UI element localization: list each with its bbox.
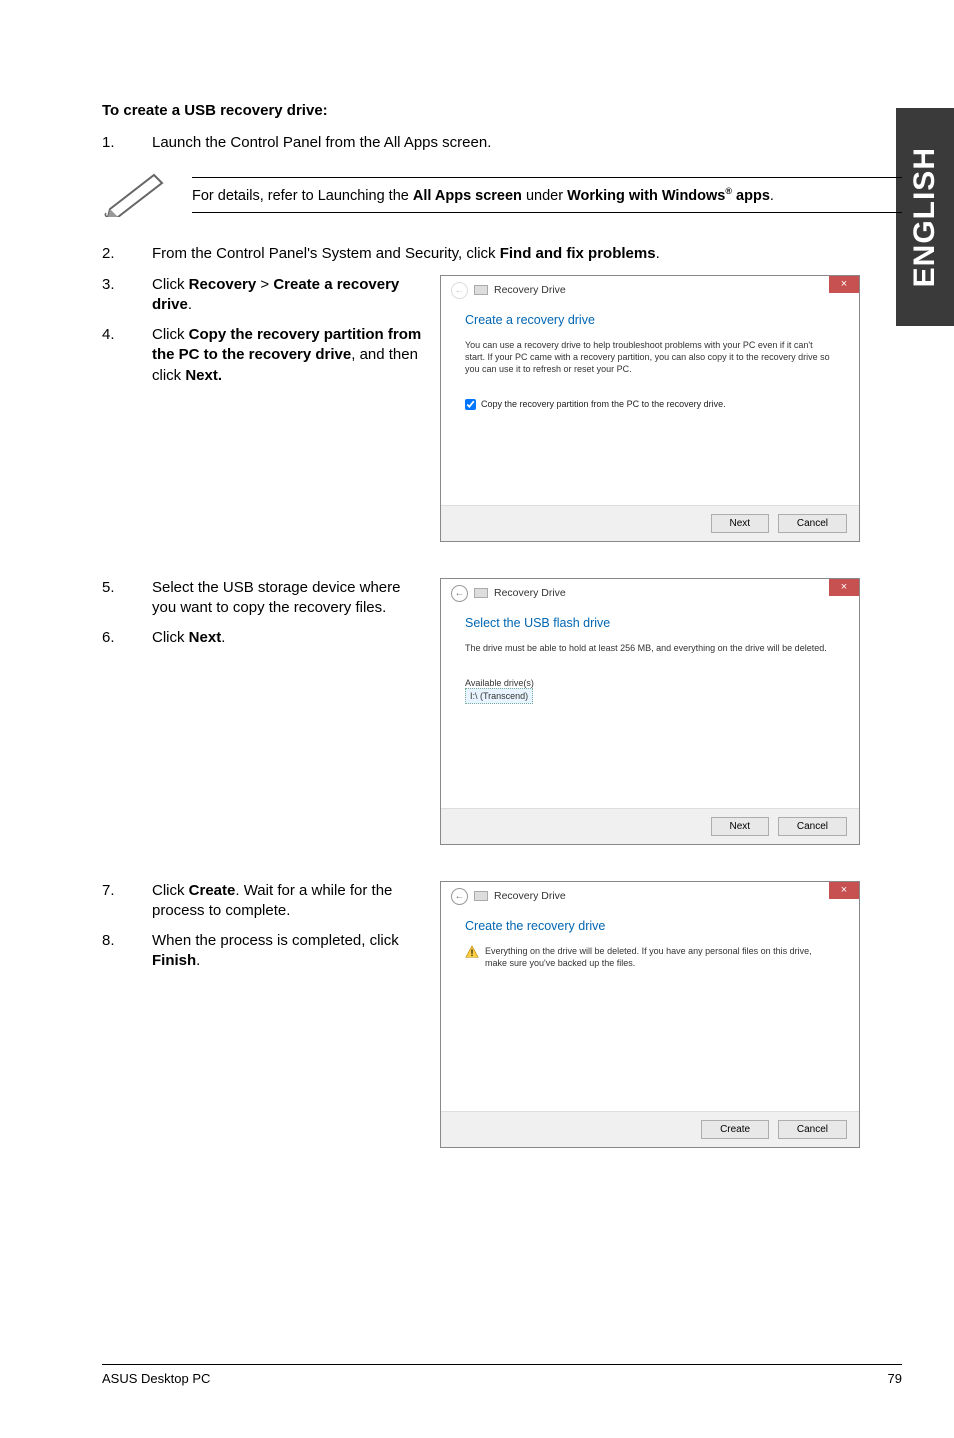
back-icon[interactable]: ← — [451, 585, 468, 602]
dialog-confirm-create: × ← Recovery Drive Create the recovery d… — [440, 881, 860, 1148]
warning-icon — [465, 945, 479, 959]
back-icon[interactable]: ← — [451, 888, 468, 905]
dialog-heading: Create the recovery drive — [465, 919, 835, 933]
warning-text: Everything on the drive will be deleted.… — [485, 945, 835, 969]
drive-icon — [474, 588, 488, 598]
dialog-heading: Select the USB flash drive — [465, 616, 835, 630]
dialog-heading: Create a recovery drive — [465, 313, 835, 327]
dialog-title-text: Recovery Drive — [494, 587, 566, 599]
step-number: 7. — [102, 881, 152, 901]
step-number: 2. — [102, 244, 152, 264]
footer-left: ASUS Desktop PC — [102, 1371, 210, 1386]
drive-icon — [474, 285, 488, 295]
note-row: For details, refer to Launching the All … — [102, 167, 902, 222]
warning-row: Everything on the drive will be deleted.… — [465, 945, 835, 969]
dialog-title-text: Recovery Drive — [494, 890, 566, 902]
section-title: To create a USB recovery drive: — [102, 102, 902, 119]
dialog-description: You can use a recovery drive to help tro… — [465, 339, 835, 375]
step-8: 8. When the process is completed, click … — [102, 931, 422, 972]
checkbox-label: Copy the recovery partition from the PC … — [481, 399, 726, 409]
step-number: 6. — [102, 628, 152, 648]
drive-list-item[interactable]: I:\ (Transcend) — [465, 688, 533, 704]
copy-partition-checkbox-row[interactable]: Copy the recovery partition from the PC … — [465, 399, 835, 410]
close-icon[interactable]: × — [829, 276, 859, 293]
page-content: To create a USB recovery drive: 1. Launc… — [0, 0, 954, 1184]
pencil-note-icon — [102, 167, 192, 222]
step-6: 6. Click Next. — [102, 628, 422, 648]
back-icon: ← — [451, 282, 468, 299]
copy-partition-checkbox[interactable] — [465, 399, 476, 410]
step-number: 5. — [102, 578, 152, 598]
dialog-select-usb: × ← Recovery Drive Select the USB flash … — [440, 578, 860, 845]
step-number: 8. — [102, 931, 152, 951]
step-number: 3. — [102, 275, 152, 295]
step-5: 5. Select the USB storage device where y… — [102, 578, 422, 619]
step-text: Click Next. — [152, 628, 422, 648]
row-steps-5-6: 5. Select the USB storage device where y… — [102, 578, 902, 881]
dialog-titlebar: ← Recovery Drive — [441, 276, 859, 305]
step-number: 4. — [102, 325, 152, 345]
close-icon[interactable]: × — [829, 579, 859, 596]
footer-page-number: 79 — [888, 1371, 902, 1386]
step-text: When the process is completed, click Fin… — [152, 931, 422, 972]
step-text: Click Create. Wait for a while for the p… — [152, 881, 422, 922]
create-button[interactable]: Create — [701, 1120, 769, 1139]
note-text: For details, refer to Launching the All … — [192, 177, 902, 213]
dialog-description: The drive must be able to hold at least … — [465, 642, 835, 654]
step-4: 4. Click Copy the recovery partition fro… — [102, 325, 422, 386]
dialog-titlebar: ← Recovery Drive — [441, 579, 859, 608]
step-text: Select the USB storage device where you … — [152, 578, 422, 619]
next-button[interactable]: Next — [711, 514, 770, 533]
page-footer: ASUS Desktop PC 79 — [102, 1364, 902, 1386]
close-icon[interactable]: × — [829, 882, 859, 899]
dialog-title-text: Recovery Drive — [494, 284, 566, 296]
cancel-button[interactable]: Cancel — [778, 1120, 847, 1139]
cancel-button[interactable]: Cancel — [778, 514, 847, 533]
step-7: 7. Click Create. Wait for a while for th… — [102, 881, 422, 922]
step-2: 2. From the Control Panel's System and S… — [102, 244, 902, 264]
step-text: From the Control Panel's System and Secu… — [152, 244, 902, 264]
drive-icon — [474, 891, 488, 901]
row-steps-7-8: 7. Click Create. Wait for a while for th… — [102, 881, 902, 1184]
available-drives-label: Available drive(s) — [465, 678, 835, 688]
step-text: Click Recovery > Create a recovery drive… — [152, 275, 422, 316]
next-button[interactable]: Next — [711, 817, 770, 836]
step-text: Launch the Control Panel from the All Ap… — [152, 133, 902, 153]
dialog-titlebar: ← Recovery Drive — [441, 882, 859, 911]
dialog-create-recovery: × ← Recovery Drive Create a recovery dri… — [440, 275, 860, 542]
step-1: 1. Launch the Control Panel from the All… — [102, 133, 902, 153]
step-number: 1. — [102, 133, 152, 153]
cancel-button[interactable]: Cancel — [778, 817, 847, 836]
row-steps-3-4: 3. Click Recovery > Create a recovery dr… — [102, 275, 902, 578]
step-3: 3. Click Recovery > Create a recovery dr… — [102, 275, 422, 316]
step-text: Click Copy the recovery partition from t… — [152, 325, 422, 386]
